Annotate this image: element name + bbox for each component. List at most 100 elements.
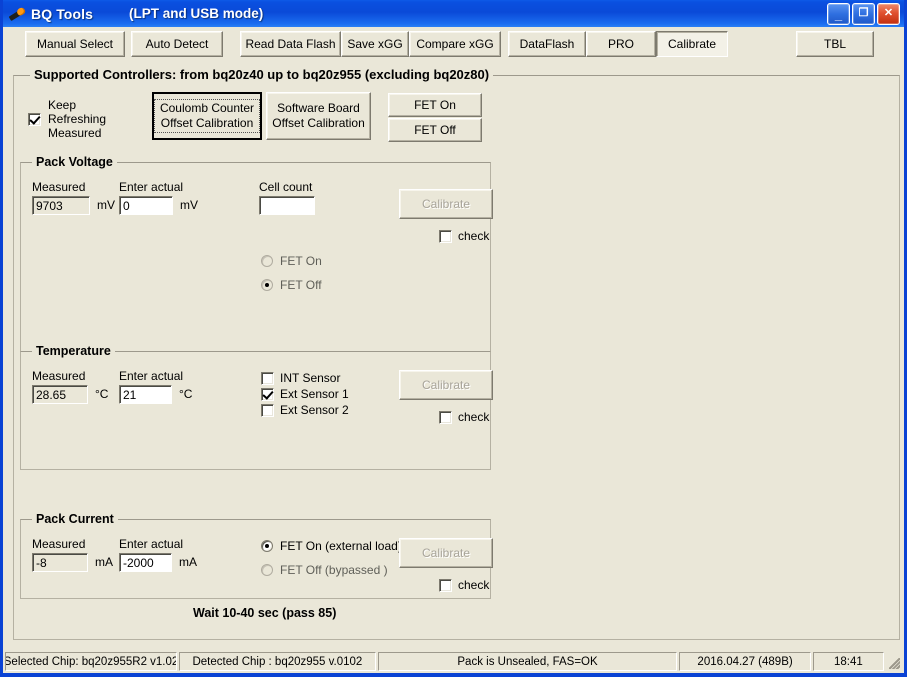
pack-current-check-row[interactable]: check [439,578,489,592]
pack-voltage-legend: Pack Voltage [32,155,117,169]
toolbar-button-dataflash[interactable]: DataFlash [508,31,586,57]
maximize-icon: ❐ [858,7,869,19]
temperature-section: Temperature Measured °C Enter actual °C … [20,344,493,470]
temperature-sensor-int-label: INT Sensor [280,371,341,385]
wait-message: Wait 10-40 sec (pass 85) [193,606,337,620]
temperature-check-row[interactable]: check [439,410,489,424]
keep-refreshing-checkbox[interactable]: Keep Refreshing Measured [28,98,106,140]
keep-refreshing-line3: Measured [48,126,102,140]
pack-current-check-label: check [458,578,490,592]
status-selected-chip: Selected Chip: bq20z955R2 v1.02 [5,652,178,671]
status-bar: Selected Chip: bq20z955R2 v1.02 Detected… [3,649,904,673]
coulomb-counter-offset-calibration-button[interactable]: Coulomb Counter Offset Calibration [152,92,262,140]
coulomb-line1: Coulomb Counter [159,101,255,115]
temperature-sensor-ext2-label: Ext Sensor 2 [280,403,349,417]
pack-current-radio-fet-off-label: FET Off (bypassed ) [280,563,388,577]
checkbox-box[interactable] [439,229,452,243]
pack-voltage-measured-label: Measured [32,180,86,194]
software-board-line2: Offset Calibration [272,116,365,130]
coulomb-line2: Offset Calibration [160,116,254,130]
maximize-button[interactable]: ❐ [852,2,875,25]
keep-refreshing-line2: Refreshing [48,112,107,126]
window-controls: _ ❐ ✕ [827,2,900,25]
keep-refreshing-label: Keep Refreshing Measured [48,98,106,140]
pack-voltage-radio-fet-off-label: FET Off [280,278,322,292]
close-icon: ✕ [883,7,894,19]
temperature-check-label: check [458,410,490,424]
toolbar-button-pro[interactable]: PRO [586,31,656,57]
pack-voltage-measured-field [32,196,90,215]
keep-refreshing-line1: Keep [48,98,77,112]
software-board-line1: Software Board [277,101,360,115]
window-subtitle: (LPT and USB mode) [128,6,264,21]
temperature-legend: Temperature [32,344,115,358]
pack-voltage-actual-label: Enter actual [119,180,184,194]
temperature-actual-unit: °C [179,387,193,401]
pack-current-measured-label: Measured [32,537,86,551]
pack-voltage-radio-fet-on[interactable]: FET On [261,254,322,268]
pack-current-actual-unit: mA [179,555,197,569]
minimize-icon: _ [834,6,843,22]
pack-current-measured-unit: mA [95,555,113,569]
pack-current-actual-field[interactable] [119,553,172,572]
temperature-sensor-ext1-label: Ext Sensor 1 [280,387,349,401]
supported-controllers-legend: Supported Controllers: from bq20z40 up t… [30,67,494,82]
close-button[interactable]: ✕ [877,2,900,25]
temperature-sensor-ext1[interactable]: Ext Sensor 1 [261,387,349,401]
title-bar: BQ Tools (LPT and USB mode) _ ❐ ✕ [3,0,904,27]
main-toolbar: Manual Select Auto Detect Read Data Flas… [3,31,904,65]
pack-current-calibrate-button[interactable]: Calibrate [399,538,493,568]
temperature-calibrate-button[interactable]: Calibrate [399,370,493,400]
checkbox-box[interactable] [261,371,274,385]
temperature-measured-field [32,385,88,404]
resize-grip-icon[interactable] [886,652,902,671]
pack-voltage-actual-field[interactable] [119,196,173,215]
temperature-actual-field[interactable] [119,385,172,404]
checkbox-box[interactable] [439,578,452,592]
application-window: BQ Tools (LPT and USB mode) _ ❐ ✕ Manual… [0,0,907,677]
checkbox-box[interactable] [261,403,274,417]
pack-current-radio-fet-off[interactable]: FET Off (bypassed ) [261,563,388,577]
pack-current-radio-fet-on[interactable]: FET On (external load) [261,539,402,553]
pack-current-measured-field [32,553,88,572]
pack-voltage-radio-fet-on-label: FET On [280,254,322,268]
pack-current-section: Pack Current Measured mA Enter actual mA… [20,512,493,599]
radio-button[interactable] [261,540,273,552]
radio-button[interactable] [261,564,273,576]
pack-voltage-section: Pack Voltage Measured mV Enter actual mV… [20,155,493,352]
pack-voltage-radio-fet-off[interactable]: FET Off [261,278,322,292]
toolbar-button-calibrate[interactable]: Calibrate [656,31,728,57]
pack-voltage-check-label: check [458,229,490,243]
radio-button[interactable] [261,279,273,291]
toolbar-button-compare-xgg[interactable]: Compare xGG [409,31,501,57]
pack-voltage-calibrate-button[interactable]: Calibrate [399,189,493,219]
toolbar-button-manual-select[interactable]: Manual Select [25,31,125,57]
cell-count-label: Cell count [259,180,313,194]
supported-controllers-group: Supported Controllers: from bq20z40 up t… [13,67,900,640]
temperature-sensor-ext2[interactable]: Ext Sensor 2 [261,403,349,417]
pack-current-legend: Pack Current [32,512,118,526]
cell-count-field[interactable] [259,196,315,215]
toolbar-button-tbl[interactable]: TBL [796,31,874,57]
temperature-sensor-int[interactable]: INT Sensor [261,371,340,385]
toolbar-button-save-xgg[interactable]: Save xGG [341,31,409,57]
checkbox-box[interactable] [439,410,452,424]
toolbar-button-auto-detect[interactable]: Auto Detect [131,31,223,57]
pack-voltage-check-row[interactable]: check [439,229,489,243]
toolbar-button-read-data-flash[interactable]: Read Data Flash [240,31,341,57]
checkbox-box[interactable] [28,112,41,126]
fet-on-button[interactable]: FET On [388,93,482,117]
status-seal-state: Pack is Unsealed, FAS=OK [377,652,678,671]
checkbox-box[interactable] [261,387,274,401]
minimize-button[interactable]: _ [827,2,850,25]
fet-off-button[interactable]: FET Off [388,118,482,142]
status-detected-chip: Detected Chip : bq20z955 v.0102 [179,652,376,671]
software-board-offset-calibration-button[interactable]: Software Board Offset Calibration [266,92,371,140]
status-date: 2016.04.27 (489B) [679,652,811,671]
temperature-measured-unit: °C [95,387,109,401]
pack-current-radio-fet-on-label: FET On (external load) [280,539,402,553]
torch-icon [8,5,27,23]
radio-button[interactable] [261,255,273,267]
pack-voltage-actual-unit: mV [180,198,198,212]
pack-voltage-measured-unit: mV [97,198,115,212]
